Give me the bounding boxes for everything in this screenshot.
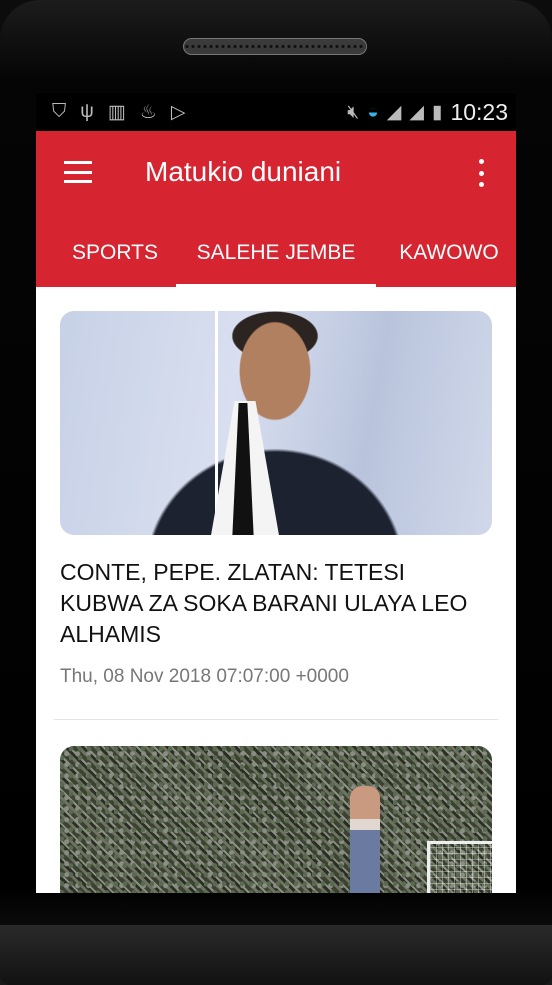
play-store-icon: ▷ xyxy=(170,102,186,123)
goal-net xyxy=(427,841,492,893)
phone-frame: ⛉ ψ ▥ ♨ ▷ 🔇︎ ◒ ◢ ◢ ▮ 10:23 Matukio dunia… xyxy=(0,0,552,985)
overflow-menu-icon[interactable] xyxy=(474,159,488,187)
flame-icon: ♨ xyxy=(139,102,157,123)
article-list: CONTE, PEPE. ZLATAN: TETESI KUBWA ZA SOK… xyxy=(36,287,516,893)
mute-icon: 🔇︎ xyxy=(347,101,360,123)
status-bar: ⛉ ψ ▥ ♨ ▷ 🔇︎ ◒ ◢ ◢ ▮ 10:23 xyxy=(36,93,516,131)
tab-kawowo[interactable]: KAWOWO xyxy=(388,231,510,287)
tab-salehe-jembe[interactable]: SALEHE JEMBE xyxy=(176,231,376,287)
usb-icon: ψ xyxy=(80,101,94,122)
player-figure xyxy=(350,786,380,893)
tab-bar: SPORTS SALEHE JEMBE KAWOWO xyxy=(36,231,516,287)
signal-off-icon: ◢ xyxy=(386,102,402,123)
battery-charging-icon: ▮ xyxy=(431,102,443,123)
status-right-icons: 🔇︎ ◒ ◢ ◢ ▮ 10:23 xyxy=(347,99,508,126)
status-left-icons: ⛉ ψ ▥ ♨ ▷ xyxy=(52,101,185,124)
signal-icon: ◢ xyxy=(409,102,424,123)
article-headline[interactable]: CONTE, PEPE. ZLATAN: TETESI KUBWA ZA SOK… xyxy=(60,557,490,650)
app-screen: ⛉ ψ ▥ ♨ ▷ 🔇︎ ◒ ◢ ◢ ▮ 10:23 Matukio dunia… xyxy=(36,93,516,893)
barcode-icon: ▥ xyxy=(107,102,126,123)
app-title: Matukio duniani xyxy=(145,156,342,187)
article-image[interactable] xyxy=(60,746,492,893)
app-bar: Matukio duniani SPORTS SALEHE JEMBE KAWO… xyxy=(36,131,516,287)
wifi-icon: ◒ xyxy=(367,101,379,123)
bottom-bezel xyxy=(0,925,552,985)
shield-icon: ⛉ xyxy=(52,101,67,122)
status-time: 10:23 xyxy=(450,99,508,125)
divider xyxy=(54,719,498,720)
article-date: Thu, 08 Nov 2018 07:07:00 +0000 xyxy=(60,666,349,687)
article-image[interactable] xyxy=(60,311,492,535)
speaker-grille xyxy=(183,38,367,55)
tab-sports[interactable]: SPORTS xyxy=(55,231,175,287)
hamburger-menu-icon[interactable] xyxy=(64,161,92,183)
